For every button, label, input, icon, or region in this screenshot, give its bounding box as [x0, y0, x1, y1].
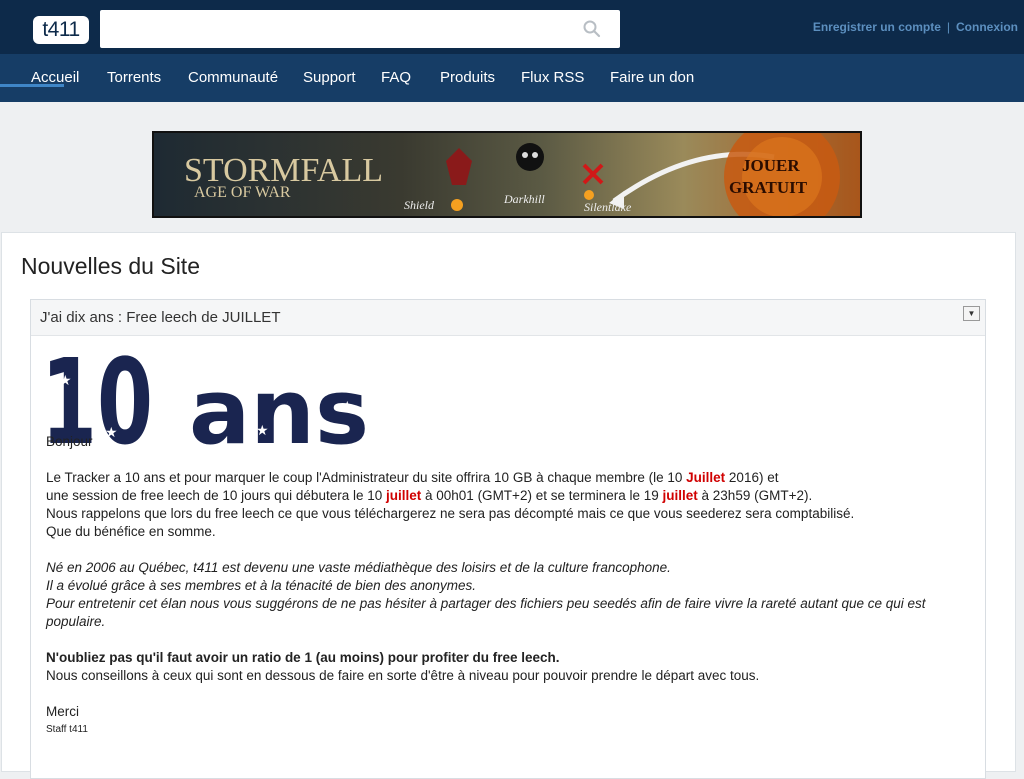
nav-item-torrents[interactable]: Torrents [107, 69, 161, 86]
banner-cta-line1: JOUER [742, 156, 800, 175]
banner-place-1: Shield [404, 198, 435, 212]
ten-years-logo-number: 10 [41, 347, 153, 447]
ad-banner[interactable]: STORMFALL AGE OF WAR Shield Darkhill Sil… [152, 131, 862, 218]
news-body: Bonjour Le Tracker a 10 ans et pour marq… [46, 433, 976, 739]
top-header: t411 Enregistrer un compte | Connexion [0, 0, 1024, 54]
paragraph-3: N'oubliez pas qu'il faut avoir un ratio … [46, 650, 760, 683]
main-nav: Accueil Torrents Communauté Support FAQ … [0, 54, 1024, 102]
news-title: J'ai dix ans : Free leech de JUILLET [40, 309, 281, 326]
account-separator: | [946, 20, 950, 34]
search-input[interactable] [100, 10, 620, 48]
login-link[interactable]: Connexion [956, 20, 1018, 34]
star-icon: ★ [59, 372, 72, 388]
active-nav-indicator [0, 84, 64, 87]
page-title: Nouvelles du Site [21, 253, 200, 279]
star-icon: ★ [341, 398, 354, 414]
search-icon[interactable] [582, 19, 602, 39]
skull-icon [516, 143, 544, 171]
main-content: Nouvelles du Site J'ai dix ans : Free le… [1, 232, 1016, 779]
nav-item-support[interactable]: Support [303, 69, 356, 86]
nav-item-produits[interactable]: Produits [440, 69, 495, 86]
register-link[interactable]: Enregistrer un compte [813, 20, 941, 34]
banner-cta-line2: GRATUIT [729, 178, 808, 197]
collapse-toggle-icon[interactable]: ▼ [963, 306, 980, 321]
greeting-text: Bonjour [46, 434, 93, 449]
site-logo[interactable]: t411 [33, 16, 89, 44]
thanks-text: Merci [46, 704, 79, 719]
news-header[interactable]: J'ai dix ans : Free leech de JUILLET ▼ [31, 300, 985, 336]
nav-item-faire-un-don[interactable]: Faire un don [610, 69, 694, 86]
ten-years-logo: 10 ans ★ ★ ★ ★ [41, 347, 369, 447]
paragraph-2: Né en 2006 au Québec, t411 est devenu un… [46, 560, 926, 629]
signature-text: Staff t411 [46, 724, 88, 735]
nav-item-faq[interactable]: FAQ [381, 69, 411, 86]
nav-item-flux-rss[interactable]: Flux RSS [521, 69, 584, 86]
banner-place-3: Silentlake [584, 200, 632, 214]
shield-icon [446, 148, 472, 185]
banner-place-2: Darkhill [503, 192, 545, 206]
news-item: J'ai dix ans : Free leech de JUILLET ▼ 1… [30, 299, 986, 779]
nav-item-communaute[interactable]: Communauté [188, 69, 278, 86]
banner-subtitle: AGE OF WAR [194, 184, 291, 201]
account-links: Enregistrer un compte | Connexion [813, 20, 1018, 34]
banner-artwork: STORMFALL AGE OF WAR Shield Darkhill Sil… [184, 133, 840, 216]
paragraph-1: Le Tracker a 10 ans et pour marquer le c… [46, 470, 855, 539]
